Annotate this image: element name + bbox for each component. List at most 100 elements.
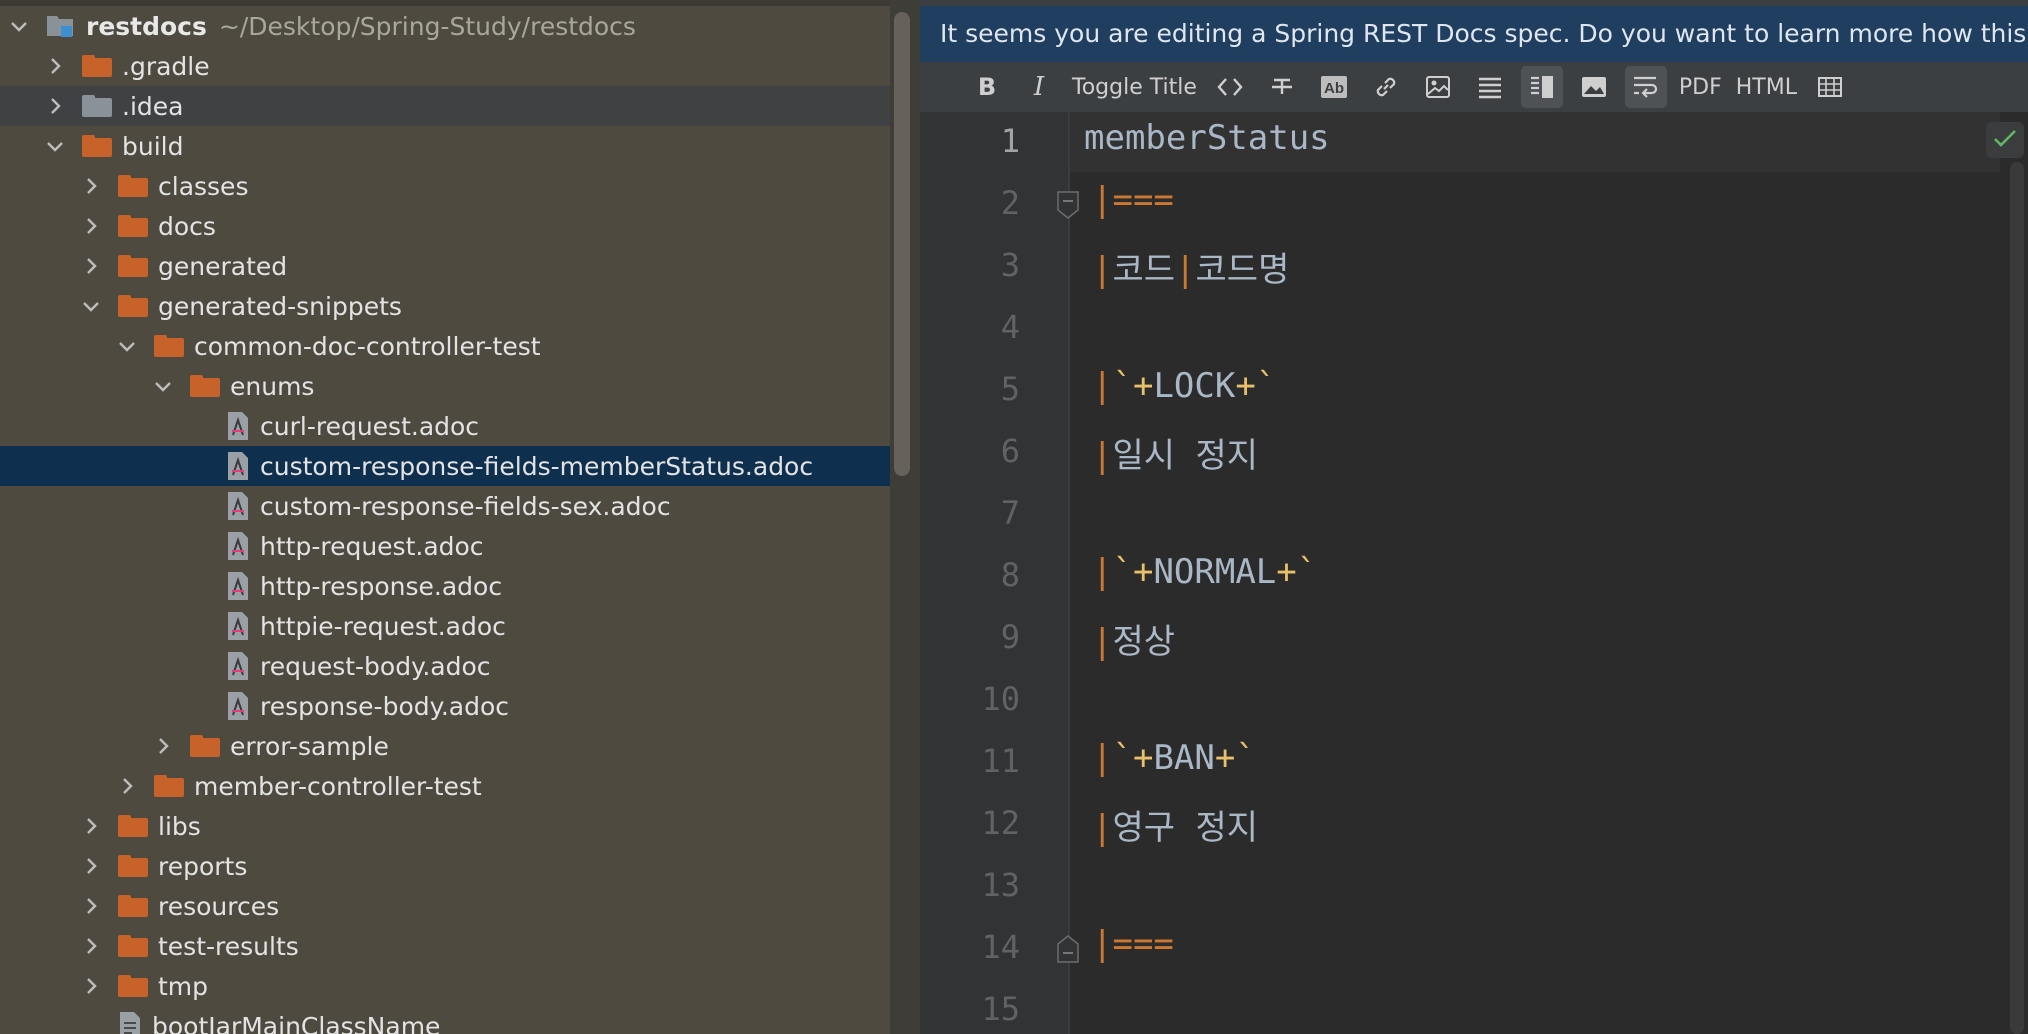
code-line-9[interactable]: |정상 bbox=[1092, 614, 1175, 663]
tree-scrollbar[interactable] bbox=[890, 0, 920, 1034]
chevron-right-icon[interactable] bbox=[80, 815, 102, 837]
tree-file-http-request[interactable]: http-request.adoc bbox=[0, 526, 890, 566]
folder-icon bbox=[118, 255, 148, 277]
strikethrough-button[interactable] bbox=[1261, 66, 1303, 108]
code-pipe: | bbox=[1092, 924, 1113, 964]
tree-item-resources[interactable]: resources bbox=[0, 886, 890, 926]
inspection-status[interactable] bbox=[1986, 122, 2024, 158]
tree-item-reports[interactable]: reports bbox=[0, 846, 890, 886]
chevron-right-icon[interactable] bbox=[80, 215, 102, 237]
chevron-down-icon[interactable] bbox=[116, 335, 138, 357]
toggle-title-button[interactable]: Toggle Title bbox=[1070, 66, 1199, 108]
code-plus: + bbox=[1214, 738, 1236, 778]
soft-wrap-button[interactable] bbox=[1624, 66, 1667, 108]
tree-item-docs[interactable]: docs bbox=[0, 206, 890, 246]
tree-item-label: resources bbox=[158, 891, 280, 921]
folder-icon bbox=[118, 295, 148, 317]
tree-item-member-controller-test[interactable]: member-controller-test bbox=[0, 766, 890, 806]
export-pdf-button[interactable]: PDF bbox=[1677, 66, 1724, 108]
chevron-right-icon[interactable] bbox=[152, 735, 174, 757]
tree-item-label: response-body.adoc bbox=[260, 691, 510, 721]
tree-item-idea[interactable]: .idea bbox=[0, 86, 890, 126]
chevron-right-icon[interactable] bbox=[80, 255, 102, 277]
chevron-right-icon[interactable] bbox=[44, 95, 66, 117]
spring-restdocs-banner[interactable]: It seems you are editing a Spring REST D… bbox=[920, 6, 2028, 62]
chevron-down-icon[interactable] bbox=[80, 295, 102, 317]
editor-scrollbar[interactable] bbox=[2010, 162, 2024, 1034]
export-html-button[interactable]: HTML bbox=[1734, 66, 1799, 108]
folder-icon bbox=[118, 855, 148, 877]
tree-file-http-response[interactable]: http-response.adoc bbox=[0, 566, 890, 606]
highlight-button[interactable]: Ab bbox=[1313, 66, 1355, 108]
tree-file-httpie-request[interactable]: httpie-request.adoc bbox=[0, 606, 890, 646]
tree-file-request-body[interactable]: request-body.adoc bbox=[0, 646, 890, 686]
tree-item-label: classes bbox=[158, 171, 249, 201]
image-button[interactable] bbox=[1417, 66, 1459, 108]
tree-item-gradle[interactable]: .gradle bbox=[0, 46, 890, 86]
tree-file-bootjarmainclassname[interactable]: bootJarMainClassName bbox=[0, 1006, 890, 1034]
chevron-right-icon[interactable] bbox=[80, 975, 102, 997]
tree-item-label: error-sample bbox=[230, 731, 389, 761]
chevron-right-icon[interactable] bbox=[44, 55, 66, 77]
code-pipe: | bbox=[1092, 250, 1113, 290]
code-line-1[interactable]: memberStatus bbox=[1084, 118, 1330, 158]
code-line-6[interactable]: |일시 정지 bbox=[1092, 428, 1258, 477]
code-line-5[interactable]: |`+LOCK+` bbox=[1092, 366, 1276, 406]
chevron-right-icon[interactable] bbox=[80, 935, 102, 957]
chevron-down-icon[interactable] bbox=[44, 135, 66, 157]
tree-item-common-doc-controller-test[interactable]: common-doc-controller-test bbox=[0, 326, 890, 366]
tree-file-response-body[interactable]: response-body.adoc bbox=[0, 686, 890, 726]
italic-button[interactable]: I bbox=[1018, 66, 1060, 108]
chevron-right-icon[interactable] bbox=[116, 775, 138, 797]
code-backtick: ` bbox=[1112, 366, 1133, 406]
tree-file-custom-response-fields-sex[interactable]: custom-response-fields-sex.adoc bbox=[0, 486, 890, 526]
chevron-right-icon[interactable] bbox=[80, 855, 102, 877]
table-button[interactable] bbox=[1809, 66, 1851, 108]
folder-icon bbox=[118, 975, 148, 997]
tree-item-error-sample[interactable]: error-sample bbox=[0, 726, 890, 766]
code-line-8[interactable]: |`+NORMAL+` bbox=[1092, 552, 1317, 592]
tree-item-label: curl-request.adoc bbox=[260, 411, 480, 441]
tree-item-build[interactable]: build bbox=[0, 126, 890, 166]
folder-icon bbox=[82, 55, 112, 77]
code-text: LOCK bbox=[1153, 366, 1236, 406]
root-name: restdocs bbox=[86, 11, 207, 41]
code-backtick: ` bbox=[1296, 552, 1318, 592]
code-line-12[interactable]: |영구 정지 bbox=[1092, 800, 1258, 849]
tree-item-generated[interactable]: generated bbox=[0, 246, 890, 286]
chevron-down-icon[interactable] bbox=[8, 15, 30, 37]
tree-item-generated-snippets[interactable]: generated-snippets bbox=[0, 286, 890, 326]
preview-only-button[interactable] bbox=[1573, 66, 1615, 108]
tree-item-test-results[interactable]: test-results bbox=[0, 926, 890, 966]
highlight-icon: Ab bbox=[1320, 75, 1348, 99]
tree-file-custom-response-fields-memberstatus[interactable]: custom-response-fields-memberStatus.adoc bbox=[0, 446, 890, 486]
line-number: 6 bbox=[1000, 432, 1020, 470]
fold-icon[interactable] bbox=[1056, 934, 1080, 964]
chevron-down-icon[interactable] bbox=[152, 375, 174, 397]
chevron-right-icon[interactable] bbox=[80, 175, 102, 197]
code-line-3[interactable]: |코드|코드명 bbox=[1092, 242, 1289, 291]
tree-item-tmp[interactable]: tmp bbox=[0, 966, 890, 1006]
editor-and-preview-button[interactable] bbox=[1520, 66, 1563, 108]
tree-item-classes[interactable]: classes bbox=[0, 166, 890, 206]
tree-item-libs[interactable]: libs bbox=[0, 806, 890, 846]
tree-root[interactable]: restdocs ~/Desktop/Spring-Study/restdocs bbox=[0, 6, 890, 46]
bold-button[interactable]: B bbox=[966, 66, 1008, 108]
code-button[interactable] bbox=[1209, 66, 1251, 108]
asciidoc-file-icon bbox=[226, 531, 250, 561]
code-line-11[interactable]: |`+BAN+` bbox=[1092, 738, 1256, 778]
project-tree: restdocs ~/Desktop/Spring-Study/restdocs… bbox=[0, 0, 890, 1034]
tree-item-enums[interactable]: enums bbox=[0, 366, 890, 406]
tree-file-curl-request[interactable]: curl-request.adoc bbox=[0, 406, 890, 446]
list-button[interactable] bbox=[1469, 66, 1511, 108]
chevron-right-icon[interactable] bbox=[80, 895, 102, 917]
tree-scrollbar-thumb[interactable] bbox=[894, 12, 910, 476]
folder-icon bbox=[190, 735, 220, 757]
code-line-2[interactable]: |=== bbox=[1092, 180, 1174, 220]
fold-icon[interactable] bbox=[1056, 190, 1080, 220]
code-line-14[interactable]: |=== bbox=[1092, 924, 1174, 964]
tree-item-label: bootJarMainClassName bbox=[152, 1011, 441, 1034]
table-icon bbox=[1817, 76, 1843, 98]
line-number: 13 bbox=[981, 866, 1020, 904]
link-button[interactable] bbox=[1365, 66, 1407, 108]
